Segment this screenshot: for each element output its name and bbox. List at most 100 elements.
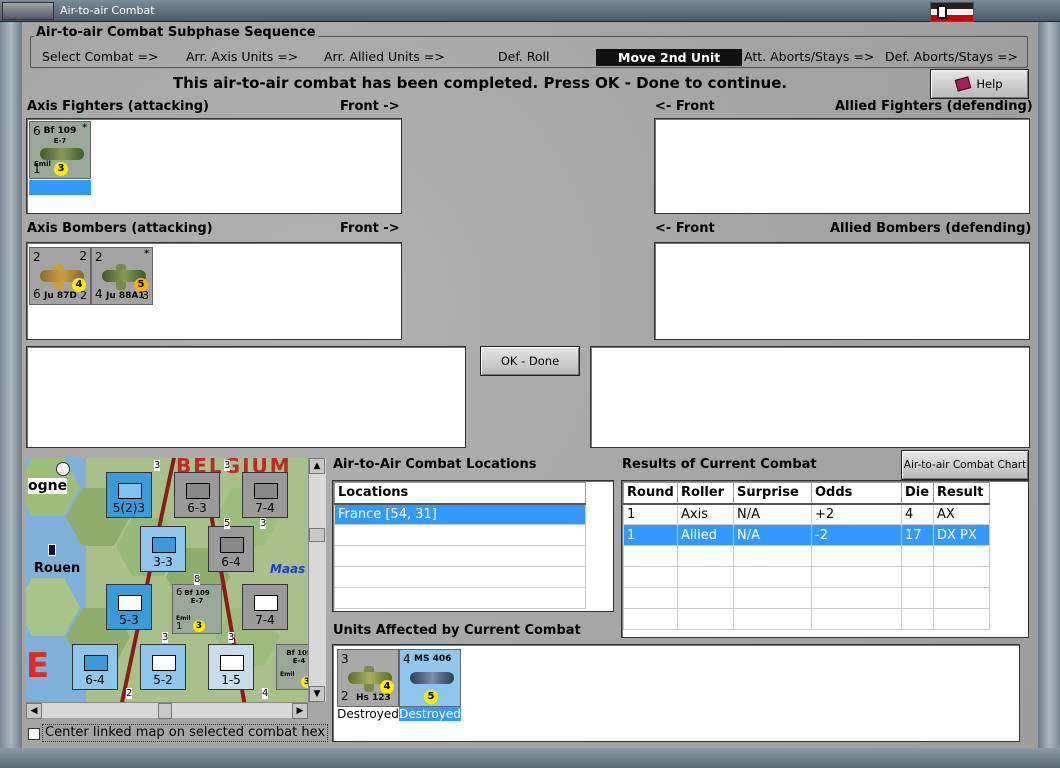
phase-arr-axis-units: Arr. Axis Units => (186, 49, 299, 64)
ju88a1-counter[interactable]: 2 * 5 4 Ju 88A1 3 (91, 247, 153, 305)
map-unit-counter[interactable]: 7-4 (242, 584, 288, 630)
counter-defense: 1 (33, 162, 41, 176)
counter-name: Ju 87D (44, 291, 77, 301)
ok-done-button[interactable]: OK - Done (480, 346, 580, 376)
results-table[interactable]: Round Roller Surprise Odds Die Result 1 … (621, 480, 1029, 638)
axis-other-box[interactable] (26, 346, 466, 448)
unit-symbol-icon (118, 595, 142, 611)
unit-symbol-icon (254, 483, 278, 499)
counter-name: MS 406 (414, 654, 452, 664)
map-label-region: E (26, 646, 50, 686)
map-number: 3 (228, 632, 235, 643)
phase-def-roll: Def. Roll (498, 49, 550, 64)
table-row-empty (623, 545, 990, 567)
map-number: 5 (224, 518, 231, 529)
table-row-selected[interactable]: 1 Allied N/A -2 17 DX PX (623, 524, 990, 546)
col-round[interactable]: Round (623, 482, 678, 505)
fighter-plane-icon (410, 672, 454, 684)
scroll-thumb[interactable] (309, 528, 325, 542)
book-icon (955, 76, 972, 92)
map-horizontal-scrollbar[interactable]: ◀ ▶ (26, 702, 308, 719)
help-button[interactable]: Help (930, 69, 1029, 99)
cell-round: 1 (623, 524, 678, 546)
counter-attack: 2 (95, 250, 103, 264)
unit-strength: 7-4 (255, 501, 275, 515)
scroll-thumb[interactable] (158, 703, 172, 719)
unit-status: Destroyed (337, 707, 399, 721)
unit-symbol-icon (84, 655, 108, 671)
port-icon (48, 544, 56, 556)
bf109-counter[interactable]: 6 * Bf 109 E-7 Emil 1 3 (29, 121, 91, 179)
axis-bombers-box[interactable]: 2 2 4 6 Ju 87D 2 2 * 5 4 Ju 88A1 3 (26, 242, 402, 340)
axis-fighters-box[interactable]: 6 * Bf 109 E-7 Emil 1 3 (26, 118, 402, 214)
location-row-empty[interactable] (334, 587, 586, 609)
map-unit-counter[interactable]: 1-5 (208, 644, 254, 690)
counter-range: 2 (79, 249, 87, 263)
locations-header[interactable]: Locations (334, 482, 586, 505)
col-result[interactable]: Result (933, 482, 990, 505)
status-message: This air-to-air combat has been complete… (172, 74, 788, 92)
scroll-right-icon[interactable]: ▶ (292, 703, 308, 719)
map-number: 3 (154, 460, 161, 471)
map-unit-counter[interactable]: 7-4 (242, 472, 288, 518)
counter-defense: 2 (341, 689, 349, 703)
unit-symbol-icon (254, 595, 278, 611)
location-row-empty[interactable] (334, 545, 586, 567)
map-unit-counter[interactable]: 3-3 (140, 526, 186, 572)
phase-arr-allied-units: Arr. Allied Units => (324, 49, 445, 64)
cell-die: 4 (901, 503, 934, 525)
phase-def-aborts: Def. Aborts/Stays => (885, 49, 1018, 64)
cell-die: 17 (901, 524, 934, 546)
linked-map[interactable]: ogne Rouen Maas E BELGIUM 5(2)3 6-3 7-4 … (26, 458, 326, 702)
location-row[interactable]: France [54, 31] (334, 503, 586, 525)
col-roller[interactable]: Roller (677, 482, 734, 505)
map-air-counter[interactable]: 6 Bf 109 E-7 Emil 1 3 (172, 584, 222, 634)
allied-fighters-box[interactable] (654, 118, 1030, 214)
counter-name: Hs 123 (356, 693, 391, 703)
unit-strength: 5(2)3 (112, 501, 146, 515)
counter-defense: 4 (95, 287, 103, 301)
center-map-checkbox[interactable] (28, 728, 40, 740)
location-row-empty[interactable] (334, 524, 586, 546)
hs123-counter[interactable]: 3 4 2 Hs 123 (337, 649, 399, 707)
scroll-up-icon[interactable]: ▲ (309, 458, 325, 474)
locations-list[interactable]: Locations France [54, 31] (332, 480, 614, 612)
ju87d-counter[interactable]: 2 2 4 6 Ju 87D 2 (29, 247, 91, 305)
allied-bombers-box[interactable] (654, 242, 1030, 340)
map-number: 8 (194, 574, 201, 585)
col-surprise[interactable]: Surprise (733, 482, 812, 505)
flag-icon (930, 2, 974, 22)
unit-strength: 1-5 (221, 673, 241, 687)
map-label-rouen: Rouen (34, 561, 81, 576)
scroll-left-icon[interactable]: ◀ (26, 703, 42, 719)
cell-result: AX (933, 503, 990, 525)
fighter-plane-icon (40, 148, 84, 160)
affected-units-box[interactable]: 3 4 2 Hs 123 Destroyed 4 MS 406 5 Destro… (332, 644, 1020, 742)
ms406-counter[interactable]: 4 MS 406 5 (399, 649, 461, 707)
allied-other-box[interactable] (590, 346, 1030, 448)
table-row[interactable]: 1 Axis N/A +2 4 AX (623, 503, 990, 525)
location-row-empty[interactable] (334, 566, 586, 588)
counter-die: 3 (54, 162, 68, 176)
col-die[interactable]: Die (901, 482, 934, 505)
map-unit-counter[interactable]: 5-3 (106, 584, 152, 630)
scroll-down-icon[interactable]: ▼ (309, 686, 325, 702)
map-unit-counter[interactable]: 6-3 (174, 472, 220, 518)
map-vertical-scrollbar[interactable]: ▲ ▼ (308, 458, 326, 702)
map-unit-counter[interactable]: 5(2)3 (106, 472, 152, 518)
allied-fighters-label: Allied Fighters (defending) (835, 99, 1033, 114)
unit-symbol-icon (118, 483, 142, 499)
map-unit-counter[interactable]: 6-4 (72, 644, 118, 690)
window-menu-icon[interactable] (2, 2, 54, 20)
combat-chart-button[interactable]: Air-to-air Combat Chart (901, 450, 1029, 480)
counter-attack: 3 (341, 652, 349, 666)
unit-symbol-icon (220, 537, 244, 553)
counter-move: 3 (142, 289, 149, 302)
cell-roller: Allied (677, 524, 734, 546)
map-unit-counter[interactable]: 6-4 (208, 526, 254, 572)
col-odds[interactable]: Odds (811, 482, 902, 505)
unit-symbol-icon (152, 537, 176, 553)
map-unit-counter[interactable]: 5-2 (140, 644, 186, 690)
axis-bombers-label: Axis Bombers (attacking) (27, 221, 213, 236)
center-map-label[interactable]: Center linked map on selected combat hex (42, 724, 328, 742)
